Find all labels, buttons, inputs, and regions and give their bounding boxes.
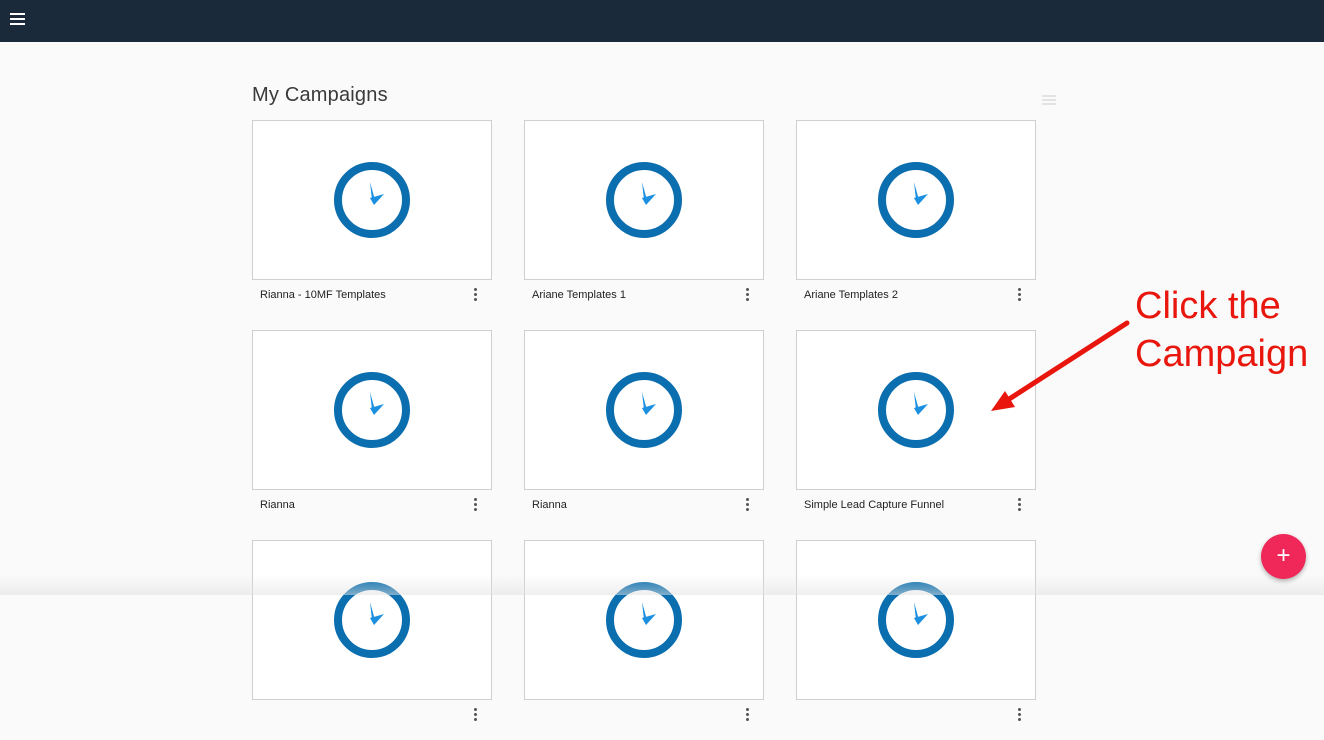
campaign-thumbnail[interactable]	[252, 120, 492, 280]
more-options-icon[interactable]	[472, 707, 480, 723]
clock-icon	[334, 582, 410, 658]
more-options-icon[interactable]	[744, 497, 752, 513]
annotation-text: Click the Campaign	[1135, 282, 1308, 378]
campaign-name: Rianna	[532, 499, 567, 511]
clock-icon	[878, 372, 954, 448]
more-options-icon[interactable]	[472, 287, 480, 303]
campaign-card[interactable]	[524, 540, 764, 740]
plus-icon: +	[1276, 542, 1291, 569]
top-app-bar	[0, 0, 1324, 42]
campaign-thumbnail[interactable]	[524, 540, 764, 700]
more-options-icon[interactable]	[1016, 707, 1024, 723]
campaign-thumbnail[interactable]	[524, 120, 764, 280]
campaign-name: Simple Lead Capture Funnel	[804, 499, 945, 511]
clock-icon	[606, 162, 682, 238]
more-options-icon[interactable]	[1016, 287, 1024, 303]
campaign-name: Rianna	[260, 499, 295, 511]
add-campaign-button[interactable]: +	[1261, 534, 1306, 579]
campaign-name: Ariane Templates 2	[804, 289, 898, 301]
campaign-thumbnail[interactable]	[252, 540, 492, 700]
campaign-name: Ariane Templates 1	[532, 289, 626, 301]
campaign-card[interactable]: Rianna	[524, 330, 764, 530]
annotation-arrow	[991, 320, 1130, 411]
campaign-card[interactable]: Ariane Templates 1	[524, 120, 764, 320]
campaign-name: Rianna - 10MF Templates	[260, 289, 386, 301]
annotation-line-2: Campaign	[1135, 333, 1309, 375]
clock-icon	[606, 372, 682, 448]
campaign-thumbnail[interactable]	[796, 540, 1036, 700]
campaign-card[interactable]: Ariane Templates 2	[796, 120, 1036, 320]
more-options-icon[interactable]	[744, 287, 752, 303]
more-options-icon[interactable]	[1016, 497, 1024, 513]
campaign-card[interactable]	[796, 540, 1036, 740]
clock-icon	[878, 162, 954, 238]
clock-icon	[606, 582, 682, 658]
clock-icon	[878, 582, 954, 658]
campaign-card[interactable]: Rianna	[252, 330, 492, 530]
list-view-icon[interactable]	[1042, 95, 1056, 105]
campaign-thumbnail[interactable]	[252, 330, 492, 490]
campaign-thumbnail[interactable]	[524, 330, 764, 490]
annotation-line-1: Click the	[1135, 285, 1281, 327]
hamburger-menu-icon[interactable]	[10, 11, 27, 26]
campaign-card[interactable]: Rianna - 10MF Templates	[252, 120, 492, 320]
clock-icon	[334, 372, 410, 448]
page-title: My Campaigns	[252, 84, 388, 106]
campaign-card[interactable]	[252, 540, 492, 740]
more-options-icon[interactable]	[744, 707, 752, 723]
campaign-thumbnail[interactable]	[796, 120, 1036, 280]
clock-icon	[334, 162, 410, 238]
more-options-icon[interactable]	[472, 497, 480, 513]
